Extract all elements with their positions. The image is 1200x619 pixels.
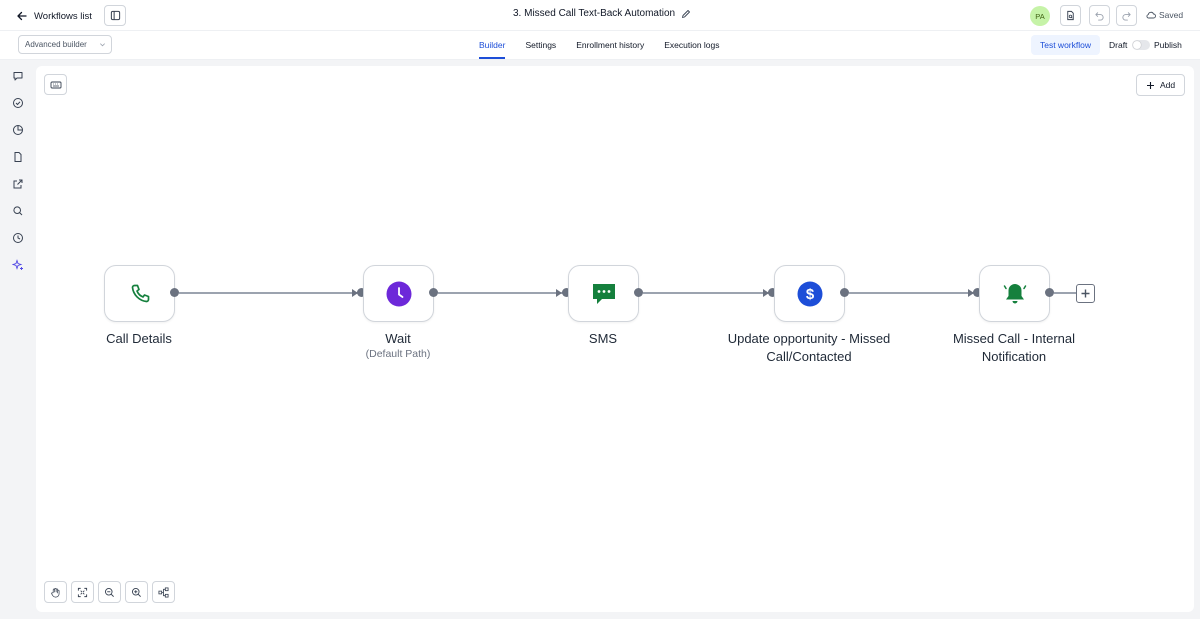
draft-label: Draft	[1109, 40, 1128, 50]
external-link-icon[interactable]	[11, 177, 25, 191]
auto-layout-button[interactable]	[152, 581, 175, 603]
add-label: Add	[1159, 80, 1176, 90]
node-wait[interactable]	[363, 265, 434, 322]
arrow-left-icon	[17, 11, 27, 21]
workflow-title: 3. Missed Call Text-Back Automation	[513, 8, 676, 19]
search-icon[interactable]	[11, 204, 25, 218]
sidebar-panel-icon	[110, 10, 120, 21]
node-label: Missed Call - Internal Notification	[952, 331, 1076, 364]
plus-icon	[1146, 81, 1154, 89]
audit-log-button[interactable]	[1060, 5, 1081, 26]
history-icon[interactable]	[11, 231, 25, 245]
node-label: Wait	[385, 331, 411, 346]
node-output-handle[interactable]	[634, 288, 643, 297]
pan-hand-button[interactable]	[44, 581, 67, 603]
test-workflow-button[interactable]: Test workflow	[1031, 35, 1100, 55]
edit-pencil-icon[interactable]	[681, 9, 691, 19]
back-to-workflows-link[interactable]: Workflows list	[16, 6, 92, 26]
redo-icon	[1122, 12, 1131, 21]
node-label: Update opportunity - Missed Call/Contact…	[727, 331, 891, 364]
left-sidebar	[0, 60, 36, 619]
tab-settings[interactable]: Settings	[525, 31, 556, 59]
builder-toolbar: Advanced builder Builder Settings Enroll…	[0, 31, 1200, 60]
workflow-canvas[interactable]: Add Call Details Wait (Default Path) SMS	[36, 66, 1194, 612]
connector-line	[1054, 292, 1076, 294]
connector-line	[643, 292, 770, 294]
undo-button[interactable]	[1089, 5, 1110, 26]
back-label: Workflows list	[34, 10, 92, 22]
add-button[interactable]: Add	[1136, 74, 1185, 96]
user-avatar[interactable]: PA	[1030, 6, 1050, 26]
node-output-handle[interactable]	[170, 288, 179, 297]
chat-icon[interactable]	[11, 69, 25, 83]
plus-icon	[1081, 289, 1090, 298]
undo-icon	[1095, 12, 1104, 21]
zoom-out-icon	[105, 587, 114, 597]
publish-label: Publish	[1154, 40, 1182, 50]
connector-line	[438, 292, 563, 294]
fit-view-icon	[77, 587, 88, 597]
node-label: Call Details	[106, 331, 172, 346]
document-search-icon	[1067, 10, 1074, 21]
workflow-tabs: Builder Settings Enrollment history Exec…	[479, 31, 720, 59]
builder-mode-value: Advanced builder	[25, 40, 87, 49]
top-bar: Workflows list 3. Missed Call Text-Back …	[0, 0, 1200, 31]
publish-toggle[interactable]	[1132, 40, 1150, 50]
fit-view-button[interactable]	[71, 581, 94, 603]
zoom-in-button[interactable]	[125, 581, 148, 603]
cloud-check-icon	[1146, 11, 1156, 19]
node-call-details[interactable]	[104, 265, 175, 322]
phone-icon	[127, 281, 153, 307]
pie-chart-icon[interactable]	[11, 123, 25, 137]
panel-toggle-button[interactable]	[104, 5, 126, 26]
chevron-down-icon	[100, 43, 105, 47]
clock-icon	[386, 281, 412, 307]
svg-text:$: $	[805, 286, 814, 303]
workflow-title-wrap: 3. Missed Call Text-Back Automation	[513, 8, 691, 19]
add-step-button[interactable]	[1076, 284, 1095, 303]
node-output-handle[interactable]	[1045, 288, 1054, 297]
redo-button[interactable]	[1116, 5, 1137, 26]
auto-layout-icon	[158, 587, 169, 597]
sms-icon	[591, 281, 617, 307]
tab-execution-logs[interactable]: Execution logs	[664, 31, 719, 59]
zoom-in-icon	[132, 587, 141, 597]
node-label: SMS	[588, 331, 618, 346]
check-circle-icon[interactable]	[11, 96, 25, 110]
node-output-handle[interactable]	[840, 288, 849, 297]
pan-hand-icon	[51, 587, 60, 597]
tab-enrollment-history[interactable]: Enrollment history	[576, 31, 644, 59]
connector-line	[849, 292, 975, 294]
save-status-label: Saved	[1159, 10, 1184, 20]
sparkle-icon[interactable]	[11, 258, 25, 272]
keyboard-icon	[50, 81, 61, 88]
node-sms[interactable]	[568, 265, 639, 322]
bell-icon	[1002, 281, 1028, 307]
canvas-controls	[44, 581, 175, 603]
node-internal-notification[interactable]	[979, 265, 1050, 322]
document-icon[interactable]	[11, 150, 25, 164]
node-update-opportunity[interactable]: $	[774, 265, 845, 322]
keyboard-shortcuts-button[interactable]	[44, 74, 67, 95]
builder-mode-select[interactable]: Advanced builder	[18, 35, 112, 54]
node-output-handle[interactable]	[429, 288, 438, 297]
node-sublabel: (Default Path)	[365, 348, 431, 360]
connector-line	[179, 292, 359, 294]
tab-builder[interactable]: Builder	[479, 31, 506, 59]
zoom-out-button[interactable]	[98, 581, 121, 603]
dollar-icon: $	[797, 281, 823, 307]
save-status: Saved	[1146, 10, 1183, 20]
